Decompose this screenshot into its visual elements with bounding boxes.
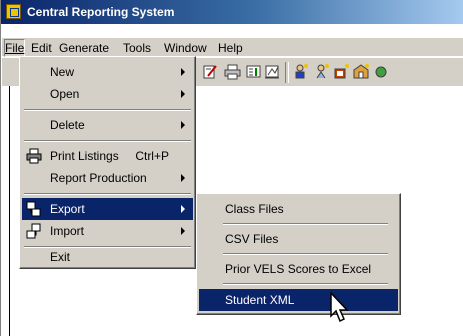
submenu-item-student-xml[interactable]: Student XML — [199, 289, 398, 311]
import-icon — [26, 223, 41, 239]
export-icon — [26, 201, 41, 217]
submenu-item-prior-vels-scores[interactable]: Prior VELS Scores to Excel — [199, 258, 398, 280]
menu-item-delete[interactable]: Delete — [22, 114, 193, 136]
menu-generate-label: Generate — [59, 41, 110, 55]
menu-tools[interactable]: Tools — [122, 40, 152, 56]
menu-file[interactable]: File — [4, 39, 26, 57]
chart-edit-icon[interactable] — [264, 63, 281, 80]
export-submenu: Class Files CSV Files Prior VELS Scores … — [196, 193, 401, 315]
student-add-icon[interactable] — [293, 63, 310, 80]
submenu-item-student-xml-label: Student XML — [225, 293, 295, 307]
mdi-frame-edge — [9, 86, 10, 336]
menu-file-label: File — [5, 41, 25, 55]
menu-item-export-label: Export — [50, 202, 85, 216]
menu-edit-label: Edit — [31, 41, 52, 55]
toolbar-separator — [285, 62, 289, 83]
submenu-item-csv-files[interactable]: CSV Files — [199, 228, 398, 250]
menu-tools-label: Tools — [123, 41, 152, 55]
menu-item-new[interactable]: New — [22, 61, 193, 83]
menu-item-report-production[interactable]: Report Production — [22, 167, 193, 189]
menu-item-import-label: Import — [50, 224, 85, 238]
menu-item-open-label: Open — [50, 87, 80, 101]
submenu-item-class-files[interactable]: Class Files — [199, 198, 398, 220]
menu-item-print-listings-label: Print Listings — [50, 149, 119, 163]
menu-item-open[interactable]: Open — [22, 83, 193, 105]
menu-separator — [24, 140, 191, 142]
properties-icon[interactable] — [245, 63, 262, 80]
app-icon[interactable] — [6, 4, 21, 19]
menu-generate[interactable]: Generate — [58, 40, 110, 56]
app-window: Central Reporting System File Edit Gener… — [0, 0, 463, 336]
menu-window[interactable]: Window — [163, 40, 208, 56]
menu-help-label: Help — [218, 41, 243, 55]
submenu-arrow-icon — [181, 121, 185, 129]
submenu-arrow-icon — [181, 205, 185, 213]
submenu-arrow-icon — [181, 227, 185, 235]
menu-item-exit-label: Exit — [50, 250, 71, 264]
menu-item-delete-label: Delete — [50, 118, 85, 132]
menu-bar: File Edit Generate Tools Window Help — [2, 38, 463, 57]
submenu-item-class-files-label: Class Files — [225, 202, 284, 216]
menu-item-new-label: New — [50, 65, 75, 79]
menu-separator — [24, 193, 191, 195]
printer-icon — [26, 148, 42, 164]
submenu-item-prior-vels-scores-label: Prior VELS Scores to Excel — [225, 262, 372, 276]
menu-edit[interactable]: Edit — [30, 40, 53, 56]
window-title: Central Reporting System — [27, 5, 175, 19]
submenu-arrow-icon — [181, 174, 185, 182]
menu-item-import[interactable]: Import — [22, 220, 193, 242]
menu-item-export[interactable]: Export — [22, 198, 193, 220]
print-icon[interactable] — [224, 63, 241, 80]
menu-separator — [24, 109, 191, 111]
menu-separator — [223, 283, 388, 285]
title-bar[interactable]: Central Reporting System — [1, 0, 463, 24]
teacher-icon[interactable] — [313, 63, 330, 80]
edit-report-icon[interactable] — [202, 63, 219, 80]
submenu-arrow-icon — [181, 90, 185, 98]
class-icon[interactable] — [333, 63, 350, 80]
menu-help[interactable]: Help — [217, 40, 244, 56]
menu-item-report-production-label: Report Production — [50, 171, 147, 185]
menu-item-exit[interactable]: Exit — [22, 248, 193, 266]
menu-item-print-listings-shortcut: Ctrl+P — [135, 149, 169, 163]
submenu-item-csv-files-label: CSV Files — [225, 232, 279, 246]
mouse-pointer-icon — [330, 292, 349, 323]
submenu-arrow-icon — [181, 68, 185, 76]
school-icon[interactable] — [353, 63, 370, 80]
menu-window-label: Window — [164, 41, 207, 55]
grade-icon[interactable] — [373, 63, 390, 80]
menu-item-print-listings[interactable]: Print Listings Ctrl+P — [22, 145, 193, 167]
menu-separator — [223, 223, 388, 225]
menu-separator — [223, 253, 388, 255]
file-menu: New Open Delete Print Listings Ctrl+P Re… — [19, 56, 196, 269]
